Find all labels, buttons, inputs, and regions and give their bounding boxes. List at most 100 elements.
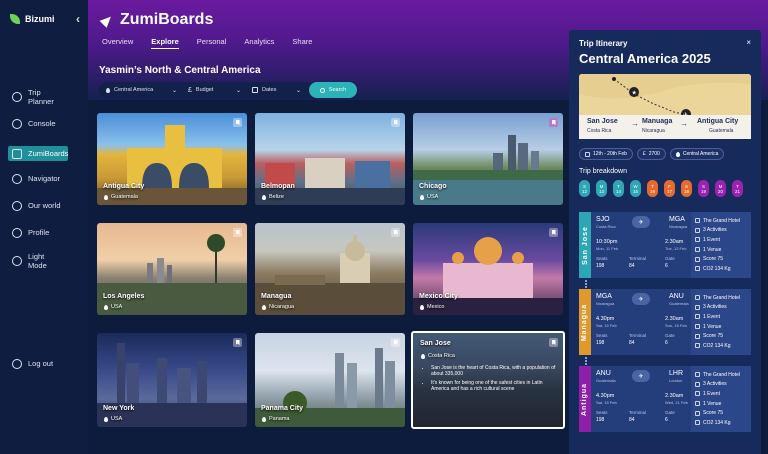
card-title: New York: [103, 405, 135, 412]
los-angeles-palms-illustration: [97, 234, 247, 315]
day-pill[interactable]: T 16: [647, 180, 658, 197]
day-number: 20: [717, 188, 723, 194]
day-pill[interactable]: S 19: [698, 180, 709, 197]
collapse-chevron-icon[interactable]: ‹: [76, 12, 80, 26]
segment-summary: The Grand Hotel 3 Activities 1 Event 1 V…: [691, 366, 751, 432]
arrival-time: 2.30am: [665, 239, 684, 245]
destination-card[interactable]: Antigua City Guatemala: [97, 113, 247, 205]
region-select[interactable]: Central America ⌄: [99, 82, 181, 98]
tab-explore[interactable]: Explore: [151, 37, 179, 49]
seats-value: 198: [596, 340, 605, 346]
terminal-value: 84: [629, 417, 635, 423]
gate-label: Gate: [665, 333, 675, 338]
from-name: Nicaragua: [596, 301, 615, 306]
close-icon[interactable]: ×: [746, 38, 751, 47]
bookmark-button[interactable]: [391, 228, 400, 237]
budget-select[interactable]: £ Budget ⌄: [181, 82, 245, 98]
day-pill[interactable]: M 13: [596, 180, 607, 197]
card-title: Los Angeles: [103, 293, 145, 300]
segment-connector: [585, 280, 587, 288]
segment-san-jose[interactable]: San Jose SJO Costa Rica ✈ MGA Nicaragua …: [579, 212, 751, 278]
to-code: MGA: [669, 216, 685, 223]
nav-navigator[interactable]: Navigator: [8, 171, 68, 186]
day-number: 14: [615, 188, 621, 194]
nav-label: Navigator: [28, 174, 61, 183]
bookmark-button[interactable]: [233, 338, 242, 347]
cloud-icon: [695, 266, 700, 272]
day-pill[interactable]: W 15: [630, 180, 641, 197]
score-icon: [695, 410, 700, 416]
segment-antigua[interactable]: Antigua ANU Guatemala ✈ LHR London 4.30p…: [579, 366, 751, 432]
bookmark-button[interactable]: [549, 338, 558, 347]
venue-row: 1 Venue: [695, 399, 747, 409]
destination-card[interactable]: Los Angeles USA: [97, 223, 247, 315]
location-pin-icon: [421, 353, 425, 359]
segment-band-label: San Jose: [581, 225, 589, 265]
description-bullet: San Jose is the heart of Costa Rica, wit…: [431, 365, 557, 377]
bookmark-button[interactable]: [233, 118, 242, 127]
tab-analytics[interactable]: Analytics: [244, 37, 274, 49]
departure-date: Sat, 15 Feb: [596, 323, 617, 328]
nav-profile[interactable]: Profile: [8, 225, 68, 240]
terminal-value: 84: [629, 340, 635, 346]
venue-icon: [695, 247, 700, 253]
destination-card[interactable]: New York USA: [97, 333, 247, 427]
nav-our-world[interactable]: Our world: [8, 198, 68, 213]
bookmark-button[interactable]: [549, 118, 558, 127]
flight-details: ANU Guatemala ✈ LHR London 4.30pm Sat, 1…: [591, 366, 691, 432]
bookmark-button[interactable]: [391, 338, 400, 347]
card-title: San Jose: [420, 340, 451, 347]
bookmark-icon: [551, 230, 556, 235]
antigua-arch-illustration: [97, 125, 247, 205]
day-pill[interactable]: T 14: [613, 180, 624, 197]
region-value: Central America: [114, 87, 154, 93]
destination-card[interactable]: Managua Nicaragua: [255, 223, 405, 315]
summary-text: The Grand Hotel: [703, 294, 740, 301]
day-pill[interactable]: F 17: [664, 180, 675, 197]
dates-select[interactable]: Dates ⌄: [245, 82, 305, 98]
search-button[interactable]: Search: [309, 82, 357, 98]
nav-light-mode[interactable]: Light Mode: [8, 252, 68, 270]
nav-console[interactable]: Console: [8, 116, 68, 131]
nav-label: Profile: [28, 228, 50, 237]
tab-personal[interactable]: Personal: [197, 37, 227, 49]
destination-card[interactable]: Chicago USA: [413, 113, 563, 205]
destination-card-selected[interactable]: San Jose Costa Rica San Jose is the hear…: [411, 331, 565, 429]
dates-value: Dates: [262, 87, 277, 93]
day-pill[interactable]: S 12: [579, 180, 590, 197]
bookmark-button[interactable]: [549, 228, 558, 237]
terminal-label: Terminal: [629, 410, 647, 415]
nav-zumiboards[interactable]: ZumiBoards: [8, 146, 68, 161]
plane-icon: ✈: [632, 216, 650, 228]
card-title: Managua: [261, 293, 292, 300]
tab-overview[interactable]: Overview: [102, 37, 133, 49]
arrival-date: Sun, 16 Feb: [665, 323, 687, 328]
segment-band: Antigua: [579, 366, 591, 432]
chevron-down-icon: ⌄: [171, 87, 177, 94]
trip-breakdown-label: Trip breakdown: [579, 168, 627, 175]
destination-card[interactable]: Belmopan Belize: [255, 113, 405, 205]
destination-card[interactable]: Panama City Panama: [255, 333, 405, 427]
destination-card[interactable]: Mexico City Mexico: [413, 223, 563, 315]
map-icon: [12, 173, 22, 184]
tab-share[interactable]: Share: [292, 37, 312, 49]
activities-row: 3 Activities: [695, 380, 747, 390]
gate-label: Gate: [665, 256, 675, 261]
activities-row: 3 Activities: [695, 226, 747, 236]
panama-city-skyline-illustration: [255, 348, 405, 427]
flight-details: SJO Costa Rica ✈ MGA Nicaragua 10:30pm M…: [591, 212, 691, 278]
summary-text: 1 Venue: [703, 246, 722, 253]
day-pill[interactable]: T 21: [732, 180, 743, 197]
bookmark-button[interactable]: [233, 228, 242, 237]
logout-button[interactable]: Log out: [8, 356, 68, 371]
bookmark-button[interactable]: [391, 118, 400, 127]
event-icon: [695, 314, 700, 320]
dates-chip: 12th - 20th Feb: [579, 148, 633, 160]
segment-managua[interactable]: Managua MGA Nicaragua ✈ ANU Guatemala 4.…: [579, 289, 751, 355]
day-pill[interactable]: M 20: [715, 180, 726, 197]
budget-value: Budget: [195, 87, 214, 93]
nav-trip-planner[interactable]: Trip Planner: [8, 88, 68, 106]
day-pill[interactable]: S 18: [681, 180, 692, 197]
hotel-icon: [695, 295, 700, 301]
calendar-icon: [585, 151, 590, 157]
